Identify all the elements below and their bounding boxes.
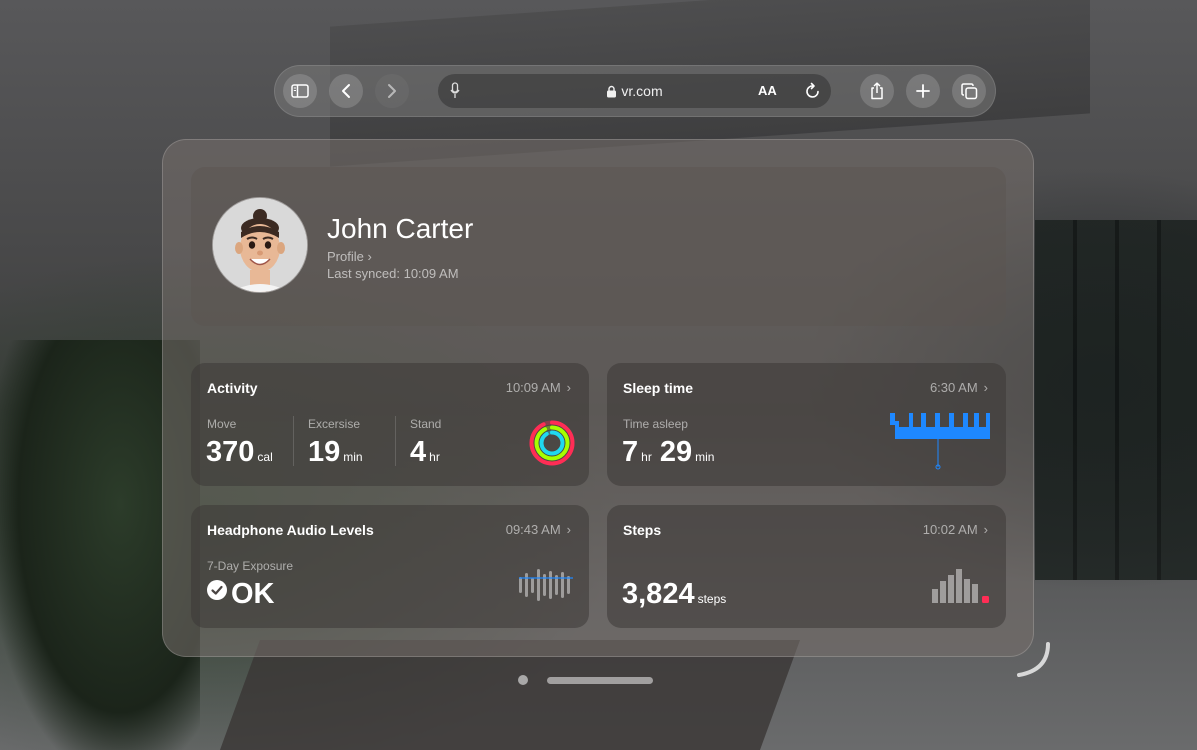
chevron-right-icon: › [367, 249, 372, 264]
window-close-dot[interactable] [518, 675, 528, 685]
health-panel: John Carter Profile › Last synced: 10:09… [162, 139, 1034, 657]
chevron-right-icon: › [983, 380, 988, 395]
last-synced: Last synced: 10:09 AM [327, 266, 459, 281]
window-grabber[interactable] [547, 677, 653, 684]
activity-time-text: 10:09 AM [505, 380, 561, 395]
chevron-right-icon: › [566, 380, 571, 395]
activity-time: 10:09 AM › [506, 380, 571, 395]
audio-title: Headphone Audio Levels [207, 522, 374, 538]
reader-button[interactable]: AA [758, 83, 777, 98]
reader-label: AA [758, 83, 777, 98]
chevron-left-icon [342, 84, 350, 98]
sleep-time: 6:30 AM › [930, 380, 988, 395]
profile-name: John Carter [327, 213, 474, 244]
exercise-unit: min [343, 450, 363, 464]
browser-toolbar: vr.com AA [274, 65, 996, 117]
exercise-metric: 19 min [308, 436, 363, 469]
background-window [1035, 220, 1197, 580]
audio-time: 09:43 AM › [506, 522, 571, 537]
memoji-icon [213, 198, 307, 292]
steps-time-text: 10:02 AM [922, 522, 978, 537]
move-metric: 370 cal [206, 436, 273, 469]
move-unit: cal [257, 450, 273, 464]
exercise-label: Excersise [308, 417, 361, 431]
sleep-label: Time asleep [623, 417, 688, 431]
share-icon [871, 82, 883, 100]
sidebar-icon [291, 84, 309, 98]
sleep-time-text: 6:30 AM [929, 380, 978, 395]
tabs-icon [960, 82, 977, 99]
steps-unit: steps [697, 592, 727, 606]
steps-metric: 3,824 steps [622, 578, 726, 611]
steps-bar-graph [932, 569, 989, 603]
sleep-hours-unit: hr [641, 450, 652, 464]
checkmark-icon [207, 580, 227, 600]
sidebar-button[interactable] [283, 74, 317, 108]
tabs-overview-button[interactable] [952, 74, 986, 108]
activity-rings [529, 420, 575, 466]
sleep-hours: 7 [622, 436, 639, 468]
profile-link-label: Profile [327, 249, 364, 264]
stand-label: Stand [410, 417, 442, 431]
sleep-duration: 7 hr 29 min [622, 436, 714, 469]
sleep-minutes-unit: min [695, 450, 715, 464]
address-bar[interactable]: vr.com AA [438, 74, 831, 108]
move-value: 370 [206, 436, 255, 468]
lock-icon [607, 85, 617, 98]
exposure-status: OK [207, 578, 275, 611]
steps-title: Steps [623, 522, 662, 538]
exposure-status-text: OK [231, 578, 275, 610]
activity-card[interactable]: Activity 10:09 AM › Move 370 cal Excersise… [191, 363, 589, 486]
sleep-stage-graph [890, 413, 990, 470]
profile-card[interactable]: John Carter Profile › Last synced: 10:09… [191, 167, 1006, 326]
sleep-card[interactable]: Sleep time 6:30 AM › Time asleep 7 hr 29 mi… [607, 363, 1006, 486]
steps-time: 10:02 AM › [923, 522, 988, 537]
back-button[interactable] [329, 74, 363, 108]
url-text: vr.com [621, 83, 663, 99]
reload-icon[interactable] [805, 82, 821, 99]
stand-metric: 4 hr [410, 436, 440, 469]
exercise-value: 19 [308, 436, 341, 468]
stand-value: 4 [410, 436, 427, 468]
avatar [213, 198, 307, 292]
audio-time-text: 09:43 AM [505, 522, 561, 537]
headphone-audio-card[interactable]: Headphone Audio Levels 09:43 AM › 7-Day E… [191, 505, 589, 628]
chevron-right-icon [388, 84, 396, 98]
plus-icon [916, 84, 930, 98]
sleep-minutes: 29 [659, 436, 693, 468]
chevron-right-icon: › [983, 522, 988, 537]
resize-handle-icon[interactable] [1014, 640, 1054, 680]
stand-ring [539, 430, 565, 456]
chevron-right-icon: › [566, 522, 571, 537]
divider [293, 416, 294, 466]
forward-button[interactable] [375, 74, 409, 108]
new-tab-button[interactable] [906, 74, 940, 108]
move-label: Move [207, 417, 237, 431]
steps-card[interactable]: Steps 10:02 AM › 3,824 steps [607, 505, 1006, 628]
activity-title: Activity [207, 380, 258, 396]
stand-unit: hr [429, 450, 440, 464]
divider [395, 416, 396, 466]
steps-value: 3,824 [622, 578, 695, 610]
sleep-title: Sleep time [623, 380, 694, 396]
profile-link[interactable]: Profile › [327, 249, 372, 264]
share-button[interactable] [860, 74, 894, 108]
exposure-label: 7-Day Exposure [207, 559, 294, 573]
audio-level-graph [519, 569, 573, 601]
